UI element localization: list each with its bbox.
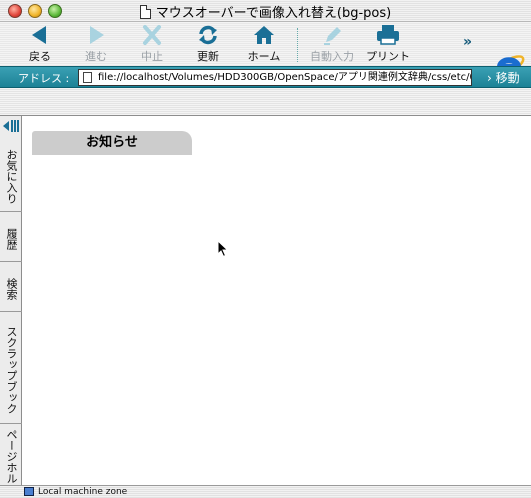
toolbar-overflow-button[interactable]: » xyxy=(463,34,472,50)
home-button[interactable]: ホーム xyxy=(236,24,292,64)
autofill-pen-icon xyxy=(324,27,341,45)
address-url: file://localhost/Volumes/HDD300GB/OpenSp… xyxy=(98,72,472,83)
explorer-sidebar: お気に入り 履歴 検索 スクラップブック ページホル xyxy=(0,116,22,485)
forward-arrow-icon xyxy=(90,26,104,44)
mouse-pointer-icon xyxy=(217,240,229,258)
refresh-button[interactable]: 更新 xyxy=(180,24,236,64)
stop-button[interactable]: 中止 xyxy=(124,24,180,64)
refresh-icon xyxy=(199,25,217,45)
page-content: お知らせ xyxy=(23,116,531,485)
sidebar-tab-search[interactable]: 検索 xyxy=(0,262,22,312)
sidebar-tab-history[interactable]: 履歴 xyxy=(0,212,22,262)
stop-label: 中止 xyxy=(141,50,163,63)
address-input[interactable]: file://localhost/Volumes/HDD300GB/OpenSp… xyxy=(78,69,472,86)
sidebar-tab-page-holder[interactable]: ページホル xyxy=(0,424,22,485)
back-label: 戻る xyxy=(29,50,51,63)
print-label: プリント xyxy=(366,50,410,63)
refresh-label: 更新 xyxy=(197,50,219,63)
computer-zone-icon xyxy=(24,487,34,496)
printer-icon xyxy=(377,25,399,45)
stop-x-icon xyxy=(143,25,161,45)
sidebar-tab-favorites[interactable]: お気に入り xyxy=(0,138,22,212)
window-title-wrap: マウスオーバーで画像入れ替え(bg-pos) xyxy=(0,2,531,21)
back-button[interactable]: 戻る xyxy=(12,24,68,64)
go-button[interactable]: › 移動 xyxy=(487,69,520,86)
notice-heading-tab[interactable]: お知らせ xyxy=(32,131,192,155)
home-icon xyxy=(254,26,274,44)
autofill-button[interactable]: 自動入力 xyxy=(304,24,360,64)
favorites-bar xyxy=(0,88,531,116)
go-chevron-icon: › xyxy=(487,71,492,85)
zone-status-text: Local machine zone xyxy=(38,487,128,497)
print-button[interactable]: プリント xyxy=(360,24,416,64)
window-title: マウスオーバーで画像入れ替え(bg-pos) xyxy=(155,6,392,21)
document-icon xyxy=(139,5,151,19)
title-bar: マウスオーバーで画像入れ替え(bg-pos) xyxy=(0,0,531,22)
address-bar: アドレス : file://localhost/Volumes/HDD300GB… xyxy=(0,66,531,88)
home-label: ホーム xyxy=(247,50,281,63)
forward-button[interactable]: 進む xyxy=(68,24,124,64)
go-label: 移動 xyxy=(495,71,520,85)
sidebar-toggle-icon[interactable] xyxy=(2,119,20,133)
back-arrow-icon xyxy=(32,26,46,44)
page-document-icon xyxy=(83,72,92,83)
toolbar-divider xyxy=(297,28,298,62)
autofill-label: 自動入力 xyxy=(310,50,354,63)
sidebar-tab-scrapbook[interactable]: スクラップブック xyxy=(0,312,22,424)
forward-label: 進む xyxy=(85,50,107,63)
toolbar: 戻る 進む 中止 更新 ホーム 自動入力 プリント » xyxy=(0,22,531,77)
address-label: アドレス : xyxy=(18,72,70,85)
status-bar: Local machine zone xyxy=(0,485,531,498)
